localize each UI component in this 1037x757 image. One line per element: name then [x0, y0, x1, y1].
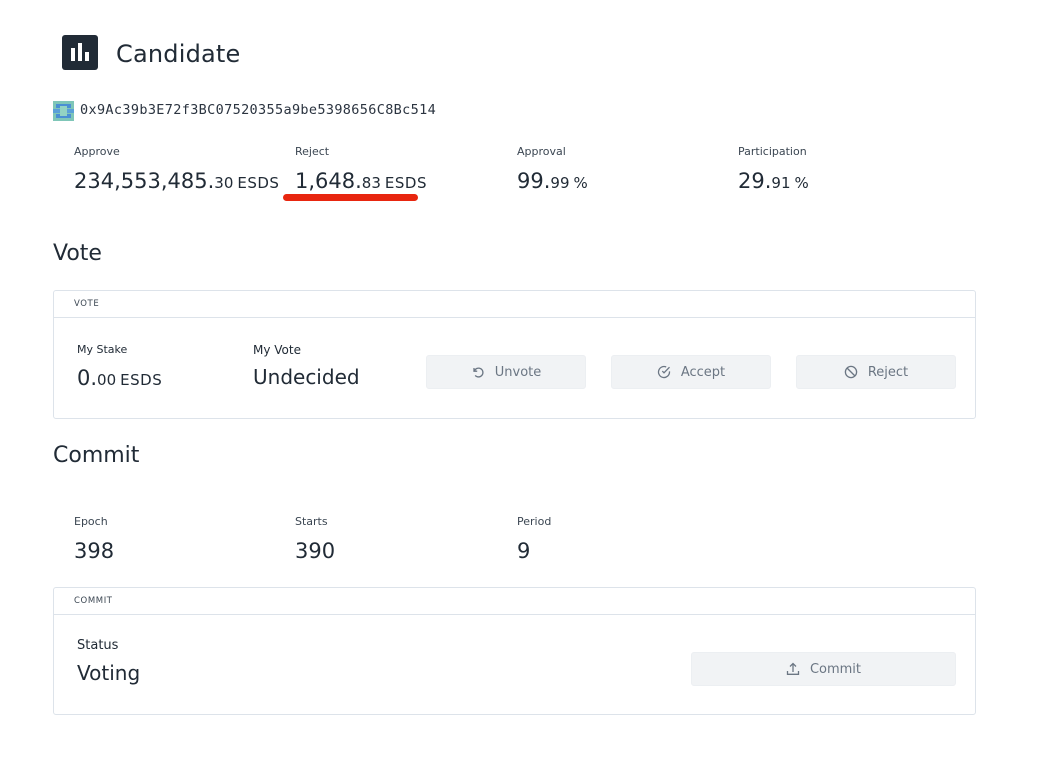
epoch-value: 398 — [74, 539, 115, 563]
stat-dec: 83 — [361, 174, 381, 192]
commit-box-header: COMMIT — [54, 588, 975, 615]
stat-label: Starts — [295, 515, 328, 528]
status-label: Status — [77, 638, 119, 653]
stat-int: 1,648. — [295, 169, 362, 193]
page-title: Candidate — [116, 40, 241, 68]
accept-button[interactable]: Accept — [611, 355, 771, 389]
stat-starts: Starts 390 — [295, 515, 335, 563]
stake-dec: 00 — [97, 371, 117, 389]
stat-label: Reject — [295, 145, 330, 158]
candidate-address[interactable]: 0x9Ac39b3E72f3BC07520355a9be5398656C8Bc5… — [80, 102, 436, 118]
stat-value: 29.91% — [738, 169, 809, 193]
stat-reject: Reject 1,648.83 ESDS — [295, 145, 427, 193]
stat-label: Approval — [517, 145, 566, 158]
stat-epoch: Epoch 398 — [74, 515, 114, 563]
period-value: 9 — [517, 539, 531, 563]
stat-unit: % — [573, 174, 589, 192]
stat-label: Period — [517, 515, 552, 528]
stat-int: 234,553,485. — [74, 169, 215, 193]
identicon-icon — [53, 101, 74, 121]
starts-value: 390 — [295, 539, 336, 563]
vote-section-title: Vote — [53, 241, 102, 266]
stat-approval: Approval 99.99% — [517, 145, 588, 193]
stat-value: 99.99% — [517, 169, 588, 193]
stat-int: 99. — [517, 169, 551, 193]
commit-box: COMMIT Status Voting Commit — [53, 587, 976, 715]
stat-dec: 30 — [214, 174, 234, 192]
stat-value: 234,553,485.30 ESDS — [74, 169, 279, 193]
vote-box-header: VOTE — [54, 291, 975, 318]
stat-unit: ESDS — [384, 174, 427, 192]
stat-approve: Approve 234,553,485.30 ESDS — [74, 145, 279, 193]
undo-icon — [473, 367, 484, 378]
check-circle-icon — [657, 365, 670, 379]
stat-label: Approve — [74, 145, 120, 158]
stake-unit: ESDS — [120, 371, 163, 389]
block-icon — [844, 365, 858, 379]
my-vote-value: Undecided — [253, 365, 360, 389]
status-value: Voting — [77, 661, 141, 685]
stat-period: Period 9 — [517, 515, 551, 563]
bar-chart-icon — [62, 35, 98, 70]
my-vote-label: My Vote — [253, 343, 301, 357]
my-stake-value: 0.00 ESDS — [77, 366, 162, 390]
commit-label: Commit — [809, 661, 862, 677]
stat-participation: Participation 29.91% — [738, 145, 809, 193]
my-vote: My Vote Undecided — [253, 343, 360, 389]
stat-value: 1,648.83 ESDS — [295, 169, 427, 193]
stat-dec: 99 — [550, 174, 570, 192]
unvote-label: Unvote — [494, 364, 542, 380]
accept-label: Accept — [680, 364, 726, 380]
annotation-underline — [283, 194, 418, 201]
unvote-button[interactable]: Unvote — [426, 355, 586, 389]
upload-icon — [786, 662, 800, 675]
stat-dec: 91 — [771, 174, 791, 192]
stat-label: Participation — [738, 145, 807, 158]
stake-int: 0. — [77, 366, 98, 390]
stat-int: 29. — [738, 169, 772, 193]
stat-unit: % — [794, 174, 810, 192]
reject-button[interactable]: Reject — [796, 355, 956, 389]
stat-label: Epoch — [74, 515, 108, 528]
my-stake: My Stake 0.00 ESDS — [77, 343, 162, 390]
commit-status: Status Voting — [77, 638, 140, 685]
reject-label: Reject — [867, 364, 909, 380]
stat-unit: ESDS — [237, 174, 280, 192]
vote-box: VOTE My Stake 0.00 ESDS My Vote Undecided… — [53, 290, 976, 419]
commit-section-title: Commit — [53, 443, 140, 468]
commit-button[interactable]: Commit — [691, 652, 956, 686]
my-stake-label: My Stake — [77, 343, 128, 356]
